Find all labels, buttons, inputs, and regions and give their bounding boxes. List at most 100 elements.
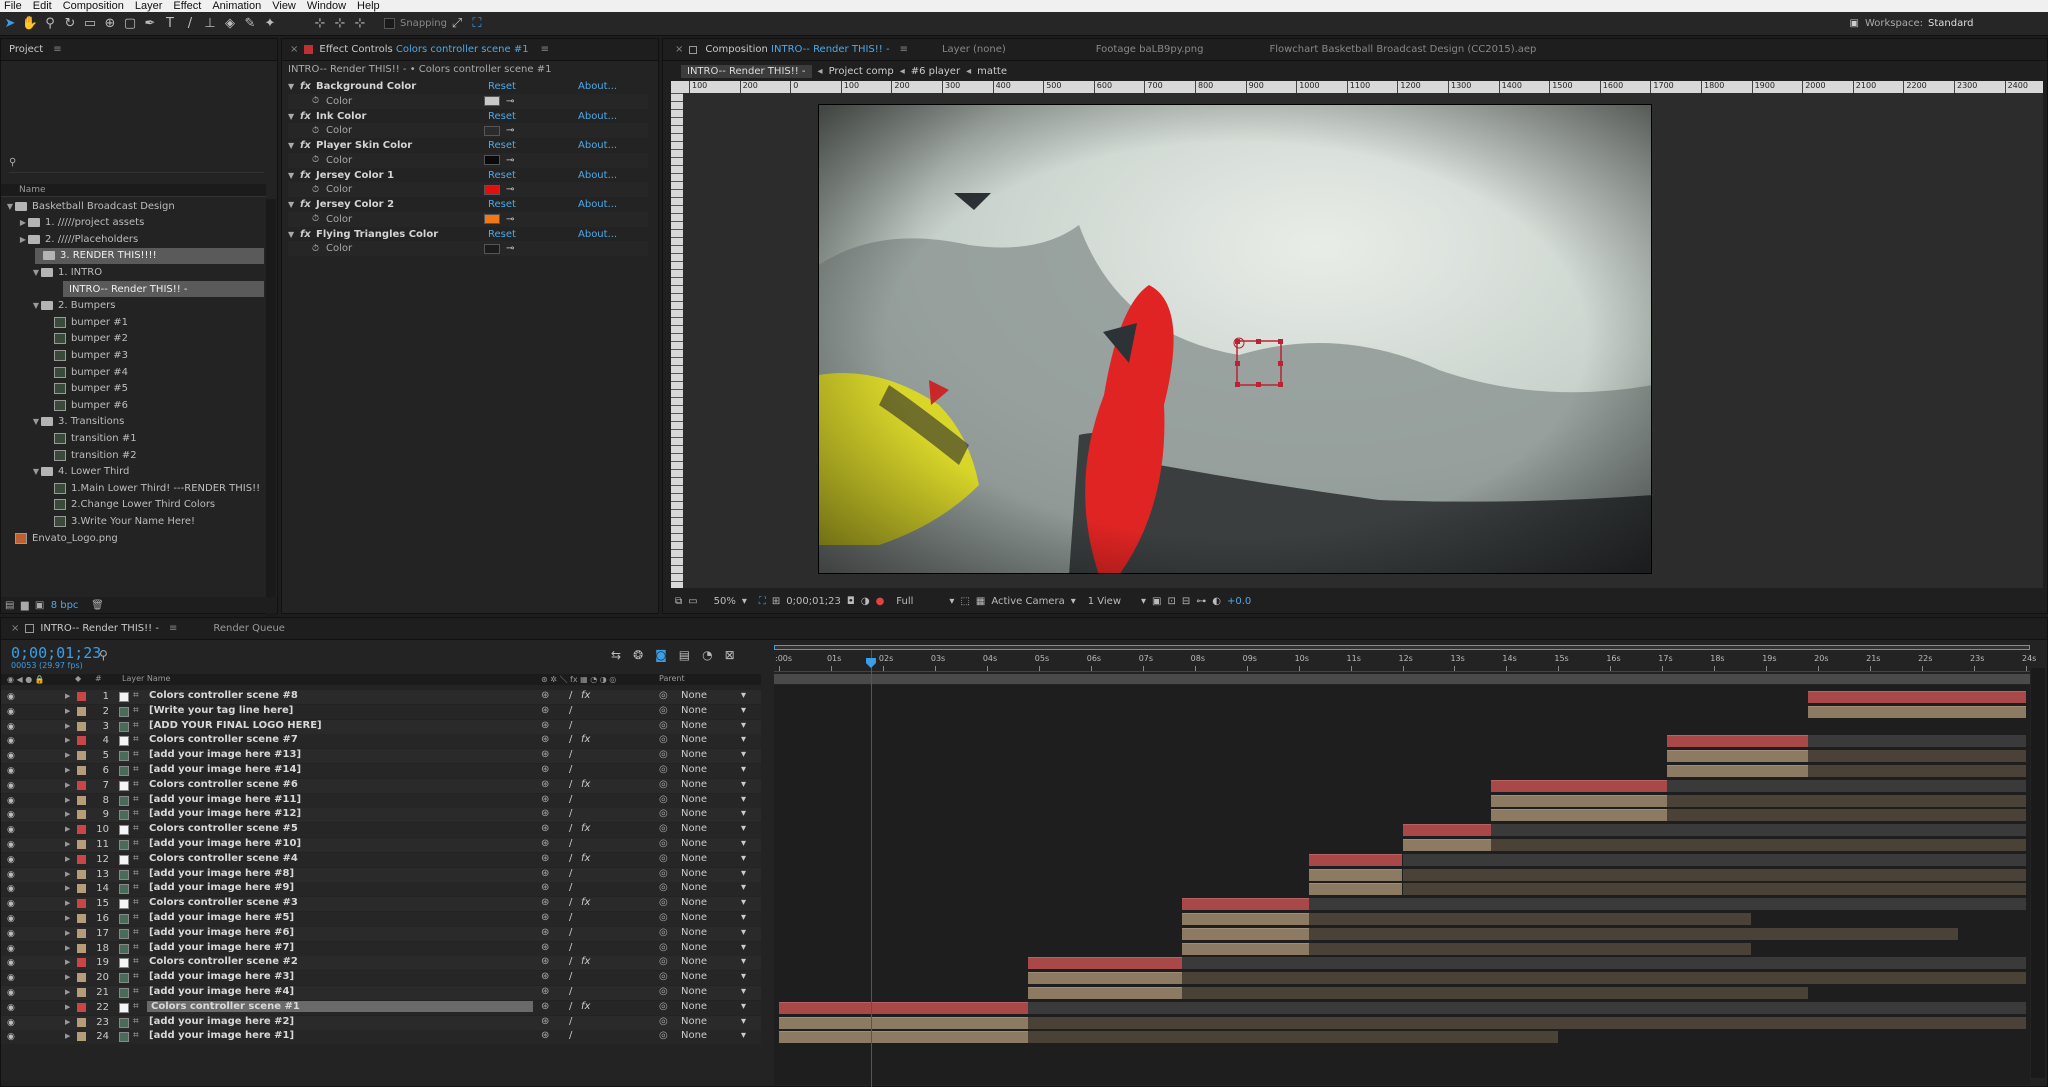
zoom-select[interactable]: 50% — [714, 596, 736, 607]
composition-tab-label[interactable]: Composition — [705, 44, 767, 55]
project-item[interactable]: 3.Write Your Name Here! — [1, 513, 264, 529]
clone-stamp-tool-icon[interactable]: ⊥ — [200, 14, 220, 34]
expand-toggle-icon[interactable]: ▼ — [288, 230, 300, 239]
layer-name[interactable]: Colors controller scene #2 — [149, 956, 298, 967]
eraser-tool-icon[interactable]: ◈ — [220, 14, 240, 34]
crumb-project-comp[interactable]: Project comp — [829, 66, 894, 77]
project-item[interactable]: 1.Main Lower Third! ---RENDER THIS!! — [1, 480, 264, 496]
project-item[interactable]: ▶ 2. /////Placeholders — [1, 231, 264, 247]
layer-name[interactable]: Colors controller scene #5 — [149, 823, 298, 834]
layer-label-color[interactable] — [77, 840, 86, 849]
layer-name[interactable]: [add your image here #4] — [149, 986, 294, 997]
reset-link[interactable]: Reset — [488, 199, 578, 210]
effects-switch-icon[interactable]: fx — [581, 853, 590, 864]
comp-mini-flowchart-icon[interactable]: ⇆ — [611, 648, 621, 662]
camera-select[interactable]: Active Camera — [991, 596, 1064, 607]
quality-switch-icon[interactable]: / — [569, 897, 572, 908]
visibility-eye-icon[interactable]: ◉ — [7, 692, 15, 702]
quality-switch-icon[interactable]: / — [569, 927, 572, 938]
layer-duration-bar[interactable] — [1308, 868, 1403, 881]
color-swatch[interactable] — [484, 155, 500, 165]
quality-switch-icon[interactable]: / — [569, 705, 572, 716]
parent-pickwhip-icon[interactable]: ◎ — [659, 1030, 668, 1041]
menu-item-help[interactable]: Help — [357, 0, 380, 12]
expand-toggle-icon[interactable]: ▼ — [31, 268, 41, 277]
project-item[interactable]: 3. RENDER THIS!!!! — [35, 247, 264, 264]
layer-expand-icon[interactable]: ▶ — [65, 781, 70, 789]
layer-label-color[interactable] — [77, 943, 86, 953]
shy-switch-icon[interactable]: ⊛ — [541, 971, 549, 982]
visibility-eye-icon[interactable]: ◉ — [7, 973, 15, 983]
layer-name[interactable]: Colors controller scene #3 — [149, 897, 298, 908]
layer-expand-icon[interactable]: ▶ — [65, 1018, 70, 1026]
tab-flowchart[interactable]: Flowchart Basketball Broadcast Design (C… — [1269, 44, 1536, 55]
project-item[interactable]: Envato_Logo.png — [1, 530, 264, 546]
layer-duration-bar[interactable] — [1490, 794, 1668, 807]
visibility-eye-icon[interactable]: ◉ — [7, 840, 15, 850]
layer-name[interactable]: [add your image here #5] — [149, 912, 294, 923]
layer-name-header[interactable]: Layer Name — [122, 674, 170, 683]
parent-pickwhip-icon[interactable]: ◎ — [659, 690, 668, 701]
quality-switch-icon[interactable]: / — [569, 853, 572, 864]
expand-toggle-icon[interactable]: ▼ — [288, 82, 300, 91]
shy-switch-icon[interactable]: ⊛ — [541, 897, 549, 908]
project-item[interactable]: ▼ 1. INTRO — [1, 264, 264, 280]
parent-pickwhip-icon[interactable]: ◎ — [659, 897, 668, 908]
layer-label-color[interactable] — [77, 795, 86, 805]
quality-switch-icon[interactable]: / — [569, 1016, 572, 1027]
work-area-bar[interactable] — [774, 674, 2030, 684]
layer-duration-bar[interactable] — [779, 1001, 1029, 1014]
parent-pickwhip-icon[interactable]: ◎ — [659, 986, 668, 997]
layer-label-color[interactable] — [77, 899, 86, 909]
layer-label-color[interactable] — [77, 869, 86, 879]
effects-switch-icon[interactable]: fx — [581, 1001, 590, 1012]
rotate-tool-icon[interactable]: ↻ — [60, 14, 80, 34]
color-swatch[interactable] — [484, 125, 500, 136]
eyedropper-icon[interactable]: ⊸ — [506, 96, 514, 107]
project-item[interactable]: bumper #5 — [1, 381, 264, 397]
shy-switch-icon[interactable]: ⊛ — [541, 868, 549, 879]
visibility-eye-icon[interactable]: ◉ — [7, 855, 15, 865]
quality-switch-icon[interactable]: / — [569, 868, 572, 879]
shy-switch-icon[interactable]: ⊛ — [541, 749, 549, 760]
quality-switch-icon[interactable]: / — [569, 838, 572, 849]
layer-row[interactable]: ◉ ▶ 3 ⌗ [ADD YOUR FINAL LOGO HERE] ⊛ / ◎ None ▾ — [1, 719, 2048, 735]
quality-switch-icon[interactable]: / — [569, 882, 572, 893]
visibility-eye-icon[interactable]: ◉ — [7, 722, 15, 732]
layer-duration-bar[interactable] — [1490, 779, 1668, 792]
crumb-intro[interactable]: INTRO-- Render THIS!! - — [681, 64, 812, 78]
type-tool-icon[interactable]: T — [160, 14, 180, 34]
quality-switch-icon[interactable]: / — [569, 734, 572, 745]
menu-item-file[interactable]: File — [4, 0, 22, 12]
about-link[interactable]: About... — [578, 229, 617, 240]
layer-expand-icon[interactable]: ▶ — [65, 766, 70, 774]
menu-item-effect[interactable]: Effect — [173, 0, 201, 12]
shy-switch-icon[interactable]: ⊛ — [541, 927, 549, 938]
parent-pickwhip-icon[interactable]: ◎ — [659, 942, 668, 953]
about-link[interactable]: About... — [578, 140, 617, 151]
flowchart-icon[interactable]: ⊶ — [1196, 596, 1206, 607]
project-item[interactable]: ▼ Basketball Broadcast Design — [1, 198, 264, 214]
axis-view-icon[interactable]: ⊹ — [350, 14, 370, 34]
shy-switch-icon[interactable]: ⊛ — [541, 912, 549, 923]
layer-label-color[interactable] — [77, 1017, 86, 1027]
layer-expand-icon[interactable]: ▶ — [65, 988, 70, 996]
shy-switch-icon[interactable]: ⊛ — [541, 838, 549, 849]
channel-icon[interactable]: ● — [876, 596, 885, 607]
layer-duration-bar[interactable] — [1028, 957, 1182, 970]
graph-editor-icon[interactable]: ⊠ — [725, 648, 735, 662]
new-folder-icon[interactable]: ▆ — [21, 600, 29, 611]
parent-pickwhip-icon[interactable]: ◎ — [659, 808, 668, 819]
layer-duration-bar[interactable] — [779, 1016, 1029, 1029]
layer-row[interactable]: ◉ ▶ 10 ⌗ Colors controller scene #5 ⊛ / fx ◎ None… — [1, 823, 2048, 838]
eyedropper-icon[interactable]: ⊸ — [506, 243, 514, 254]
playhead[interactable] — [870, 650, 872, 1087]
layer-label-color[interactable] — [77, 766, 86, 775]
project-item[interactable]: bumper #3 — [1, 347, 264, 363]
quality-switch-icon[interactable]: / — [569, 749, 572, 760]
layer-duration-bar[interactable] — [1028, 972, 1182, 985]
parent-pickwhip-icon[interactable]: ◎ — [659, 971, 668, 982]
layer-row[interactable]: ◉ ▶ 13 ⌗ [add your image here #8] ⊛ / ◎ None ▾ — [1, 867, 2048, 883]
visibility-eye-icon[interactable]: ◉ — [7, 825, 15, 835]
parent-pickwhip-icon[interactable]: ◎ — [659, 794, 668, 805]
